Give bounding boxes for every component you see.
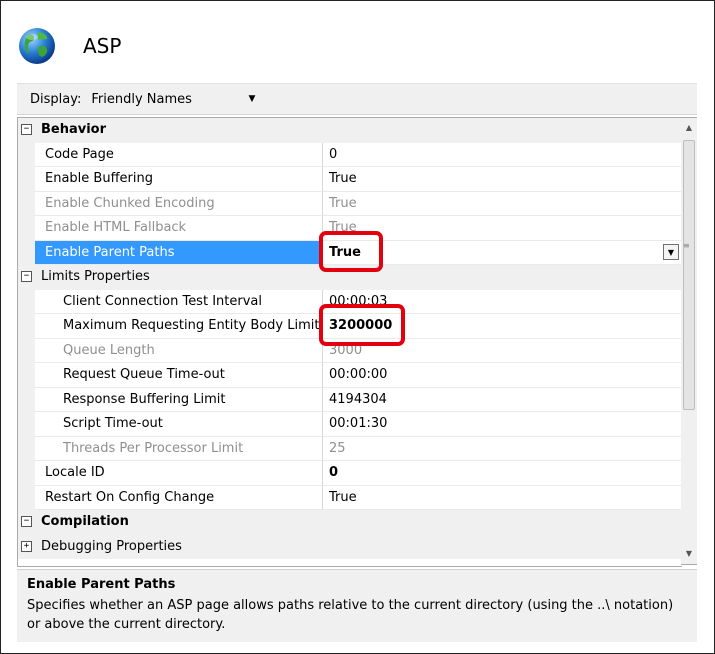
property-value[interactable]: 0	[323, 143, 682, 167]
property-name: Threads Per Processor Limit	[35, 436, 323, 461]
category-row[interactable]: + Debugging Properties	[18, 534, 682, 559]
display-mode-value: Friendly Names	[91, 91, 192, 107]
property-row[interactable]: Client Connection Test Interval 00:00:03	[18, 289, 682, 314]
category-name: Debugging Properties	[35, 534, 323, 559]
scroll-down-arrow-icon[interactable]: ▼	[681, 546, 697, 562]
property-value[interactable]: 00:00:00	[323, 363, 682, 388]
dropdown-arrow-icon[interactable]: ▼	[248, 94, 255, 104]
row-gutter: −	[18, 265, 35, 290]
category-row[interactable]: − Behavior	[18, 118, 682, 143]
scrollbar-grip-icon: ≡	[683, 241, 690, 250]
property-row[interactable]: Enable Parent Paths True ▼	[18, 240, 682, 265]
property-name: Client Connection Test Interval	[35, 289, 323, 314]
property-name: Response Buffering Limit	[35, 387, 323, 412]
property-name: Enable Parent Paths	[35, 240, 323, 265]
property-value[interactable]: True	[323, 192, 682, 216]
property-row[interactable]: Response Buffering Limit 4194304	[18, 387, 682, 412]
property-value[interactable]: True	[323, 216, 682, 241]
row-gutter	[18, 191, 35, 216]
page-header: ASP	[17, 21, 121, 71]
collapse-icon[interactable]: −	[21, 271, 32, 282]
category-name: Compilation	[35, 510, 323, 535]
property-value[interactable]: 3200000	[323, 314, 682, 339]
property-value[interactable]: True	[323, 241, 682, 265]
row-gutter	[18, 436, 35, 461]
row-gutter	[18, 485, 35, 510]
property-name: Code Page	[35, 142, 323, 167]
page-title: ASP	[83, 34, 122, 58]
property-name: Restart On Config Change	[35, 485, 323, 510]
property-value	[323, 265, 682, 290]
property-value[interactable]: 00:00:03	[323, 290, 682, 314]
property-row[interactable]: Enable Chunked Encoding True	[18, 191, 682, 216]
property-value	[323, 510, 682, 535]
expand-icon[interactable]: +	[21, 540, 32, 552]
property-name: Locale ID	[35, 461, 323, 486]
property-name: Enable Buffering	[35, 167, 323, 192]
row-gutter	[18, 142, 35, 167]
property-row[interactable]: Script Time-out 00:01:30	[18, 412, 682, 437]
category-row[interactable]: − Limits Properties	[18, 265, 682, 290]
property-row[interactable]: Code Page 0	[18, 142, 682, 167]
property-value[interactable]: 25	[323, 437, 682, 461]
property-value[interactable]: True	[323, 486, 682, 510]
description-panel: Enable Parent Paths Specifies whether an…	[17, 569, 697, 642]
property-name: Enable HTML Fallback	[35, 216, 323, 241]
scroll-up-arrow-icon[interactable]: ▲	[681, 120, 697, 136]
property-value	[323, 534, 682, 559]
row-gutter	[18, 240, 35, 265]
row-gutter: +	[18, 534, 35, 559]
scrollbar-thumb[interactable]	[683, 140, 695, 410]
value-dropdown-arrow-icon[interactable]: ▼	[663, 243, 679, 260]
description-title: Enable Parent Paths	[27, 577, 176, 592]
collapse-icon[interactable]: −	[21, 124, 32, 135]
property-value[interactable]: True	[323, 167, 682, 192]
property-name: Script Time-out	[35, 412, 323, 437]
property-row[interactable]: Threads Per Processor Limit 25	[18, 436, 682, 461]
property-value[interactable]: 00:01:30	[323, 412, 682, 437]
row-gutter	[18, 289, 35, 314]
globe-icon	[19, 28, 55, 64]
row-gutter	[18, 314, 35, 339]
row-gutter: −	[18, 118, 35, 143]
asp-features-panel: ASP Display: Friendly Names ▼ − Behavior C…	[0, 0, 715, 654]
property-row[interactable]: Enable HTML Fallback True	[18, 216, 682, 241]
display-toolbar: Display: Friendly Names ▼	[17, 83, 697, 115]
property-row[interactable]: Queue Length 3000	[18, 338, 682, 363]
display-label: Display:	[30, 91, 82, 107]
row-gutter	[18, 167, 35, 192]
property-value	[323, 118, 682, 143]
property-row[interactable]: Maximum Requesting Entity Body Limit 3200…	[18, 314, 682, 339]
row-gutter	[18, 461, 35, 486]
property-name: Maximum Requesting Entity Body Limit	[35, 314, 323, 339]
row-gutter	[18, 387, 35, 412]
collapse-icon[interactable]: −	[21, 516, 32, 527]
category-name: Behavior	[35, 118, 323, 143]
category-name: Limits Properties	[35, 265, 323, 290]
description-text: Specifies whether an ASP page allows pat…	[27, 598, 674, 632]
property-grid: − Behavior Code Page 0 Enable Buffering True E…	[17, 117, 682, 567]
property-row[interactable]: Locale ID 0	[18, 461, 682, 486]
property-grid-scrollbar[interactable]: ▲ ≡ ▼	[681, 117, 697, 565]
property-name: Enable Chunked Encoding	[35, 191, 323, 216]
property-row[interactable]: Enable Buffering True	[18, 167, 682, 192]
display-mode-dropdown[interactable]: Friendly Names ▼	[91, 88, 259, 110]
property-value[interactable]: 0	[323, 461, 682, 486]
property-name: Queue Length	[35, 338, 323, 363]
property-row[interactable]: Request Queue Time-out 00:00:00	[18, 363, 682, 388]
property-value[interactable]: 3000	[323, 339, 682, 363]
property-name: Request Queue Time-out	[35, 363, 323, 388]
row-gutter: −	[18, 510, 35, 535]
property-value[interactable]: 4194304	[323, 388, 682, 412]
property-row[interactable]: Restart On Config Change True	[18, 485, 682, 510]
row-gutter	[18, 363, 35, 388]
row-gutter	[18, 216, 35, 241]
row-gutter	[18, 338, 35, 363]
row-gutter	[18, 412, 35, 437]
category-row[interactable]: − Compilation	[18, 510, 682, 535]
